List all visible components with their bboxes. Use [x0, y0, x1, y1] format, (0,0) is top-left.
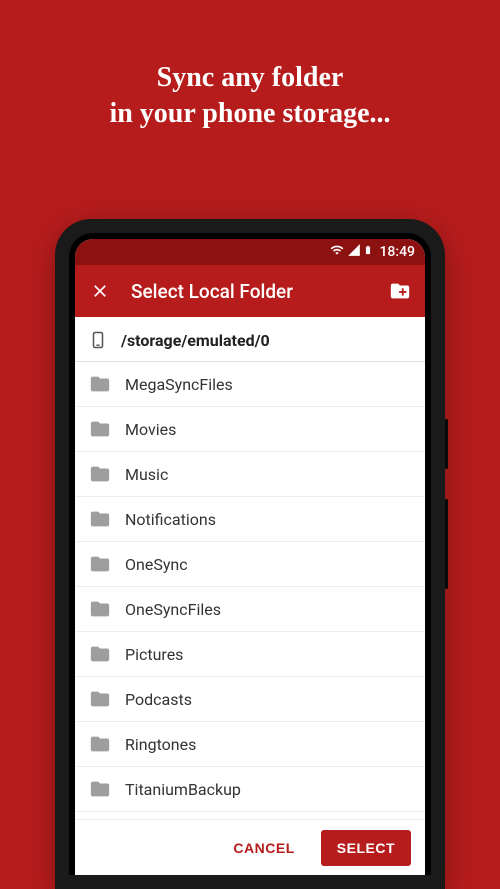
- hero-text: Sync any folder in your phone storage...: [0, 0, 500, 173]
- folder-item[interactable]: Notifications: [75, 497, 425, 542]
- folder-icon: [89, 418, 111, 440]
- folder-icon: [89, 643, 111, 665]
- folder-label: Movies: [125, 420, 176, 439]
- folder-label: Notifications: [125, 510, 216, 529]
- phone-power-button: [445, 419, 448, 469]
- folder-icon: [89, 733, 111, 755]
- path-row[interactable]: /storage/emulated/0: [75, 317, 425, 362]
- folder-item[interactable]: Ringtones: [75, 722, 425, 767]
- folder-label: MegaSyncFiles: [125, 375, 233, 394]
- phone-storage-icon: [89, 329, 107, 351]
- close-icon[interactable]: [89, 280, 111, 302]
- battery-icon: [363, 242, 373, 262]
- cancel-button[interactable]: CANCEL: [217, 830, 310, 866]
- select-button[interactable]: SELECT: [321, 830, 411, 866]
- folder-label: OneSync: [125, 555, 188, 574]
- folder-label: OneSyncFiles: [125, 600, 221, 619]
- folder-item[interactable]: TitaniumBackup: [75, 767, 425, 812]
- folder-icon: [89, 598, 111, 620]
- current-path: /storage/emulated/0: [121, 331, 270, 350]
- folder-label: Music: [125, 465, 168, 484]
- folder-icon: [89, 463, 111, 485]
- folder-icon: [89, 778, 111, 800]
- folder-icon: [89, 508, 111, 530]
- wifi-icon: [329, 243, 345, 261]
- phone-volume-button: [445, 499, 448, 589]
- hero-line-2: in your phone storage...: [30, 96, 470, 132]
- folder-item[interactable]: OneSync: [75, 542, 425, 587]
- app-bar-title: Select Local Folder: [131, 280, 369, 303]
- new-folder-icon[interactable]: [389, 280, 411, 302]
- button-bar: CANCEL SELECT: [75, 819, 425, 875]
- folder-label: TitaniumBackup: [125, 780, 241, 799]
- folder-item[interactable]: MegaSyncFiles: [75, 362, 425, 407]
- folder-icon: [89, 373, 111, 395]
- signal-icon: [347, 243, 361, 261]
- folder-item[interactable]: Music: [75, 452, 425, 497]
- folder-item[interactable]: OneSyncFiles: [75, 587, 425, 632]
- folder-item[interactable]: Pictures: [75, 632, 425, 677]
- folder-item[interactable]: Movies: [75, 407, 425, 452]
- folder-label: Ringtones: [125, 735, 196, 754]
- hero-line-1: Sync any folder: [30, 60, 470, 96]
- folder-icon: [89, 553, 111, 575]
- phone-frame: 18:49 Select Local Folder /storage/emula…: [55, 219, 445, 889]
- phone-screen: 18:49 Select Local Folder /storage/emula…: [75, 239, 425, 875]
- status-clock: 18:49: [379, 244, 415, 260]
- folder-list: MegaSyncFiles Movies Music Notifications One…: [75, 362, 425, 819]
- status-bar: 18:49: [75, 239, 425, 265]
- folder-item[interactable]: Podcasts: [75, 677, 425, 722]
- folder-icon: [89, 688, 111, 710]
- folder-label: Podcasts: [125, 690, 192, 709]
- folder-label: Pictures: [125, 645, 183, 664]
- app-bar: Select Local Folder: [75, 265, 425, 317]
